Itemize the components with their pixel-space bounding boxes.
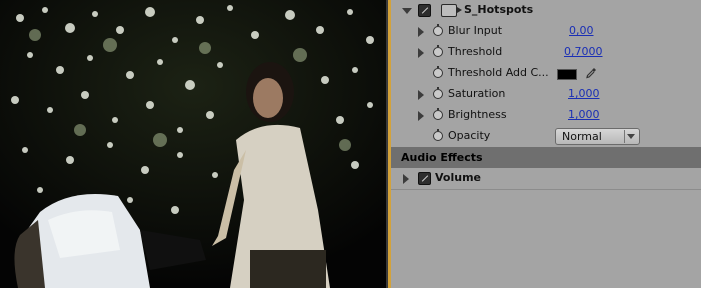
- dropdown-separator: [624, 130, 625, 143]
- param-label: Opacity: [448, 129, 491, 142]
- section-title: Audio Effects: [401, 151, 483, 164]
- expand-triangle-icon[interactable]: [403, 174, 409, 184]
- effect-row-volume[interactable]: Volume: [391, 168, 701, 189]
- param-row-blur-input[interactable]: Blur Input 0,00: [391, 21, 701, 42]
- stopwatch-icon[interactable]: [433, 108, 443, 120]
- expand-triangle-icon[interactable]: [418, 111, 424, 121]
- expand-triangle-icon[interactable]: [418, 90, 424, 100]
- eyedropper-icon[interactable]: [585, 67, 597, 79]
- effect-header-row[interactable]: S_Hotspots: [391, 0, 701, 21]
- param-value[interactable]: 0,7000: [564, 45, 603, 58]
- param-value[interactable]: 0,00: [569, 24, 594, 37]
- video-preview: [0, 0, 386, 288]
- row-separator: [391, 189, 701, 190]
- param-row-opacity[interactable]: Opacity Normal: [391, 126, 701, 147]
- stopwatch-icon[interactable]: [433, 45, 443, 57]
- param-label: Brightness: [448, 108, 507, 121]
- dropdown-value: Normal: [562, 130, 602, 143]
- param-row-brightness[interactable]: Brightness 1,000: [391, 105, 701, 126]
- param-row-threshold-add-color[interactable]: Threshold Add C...: [391, 63, 701, 84]
- color-swatch[interactable]: [557, 69, 577, 80]
- param-label: Saturation: [448, 87, 506, 100]
- param-row-saturation[interactable]: Saturation 1,000: [391, 84, 701, 105]
- param-label: Threshold Add C...: [448, 66, 549, 79]
- stopwatch-icon[interactable]: [433, 24, 443, 36]
- param-label: Threshold: [448, 45, 503, 58]
- fx-icon[interactable]: [418, 4, 431, 17]
- expand-triangle-icon[interactable]: [418, 27, 424, 37]
- stopwatch-icon[interactable]: [433, 87, 443, 99]
- expand-triangle-icon[interactable]: [418, 48, 424, 58]
- param-label: Blur Input: [448, 24, 503, 37]
- effect-controls-panel: S_Hotspots Blur Input 0,00 Threshold 0,7…: [391, 0, 701, 288]
- video-frame-image: [0, 0, 386, 288]
- blend-mode-dropdown[interactable]: Normal: [555, 128, 640, 145]
- param-row-threshold[interactable]: Threshold 0,7000: [391, 42, 701, 63]
- mask-icon[interactable]: [441, 4, 462, 17]
- collapse-triangle-icon[interactable]: [402, 8, 412, 14]
- chevron-down-icon: [627, 134, 635, 139]
- audio-effects-header: Audio Effects: [391, 147, 701, 168]
- stopwatch-icon[interactable]: [433, 129, 443, 141]
- effect-name: Volume: [435, 171, 481, 184]
- param-value[interactable]: 1,000: [568, 108, 600, 121]
- effect-name: S_Hotspots: [464, 3, 534, 16]
- param-value[interactable]: 1,000: [568, 87, 600, 100]
- stopwatch-icon[interactable]: [433, 66, 443, 78]
- fx-icon[interactable]: [418, 172, 431, 185]
